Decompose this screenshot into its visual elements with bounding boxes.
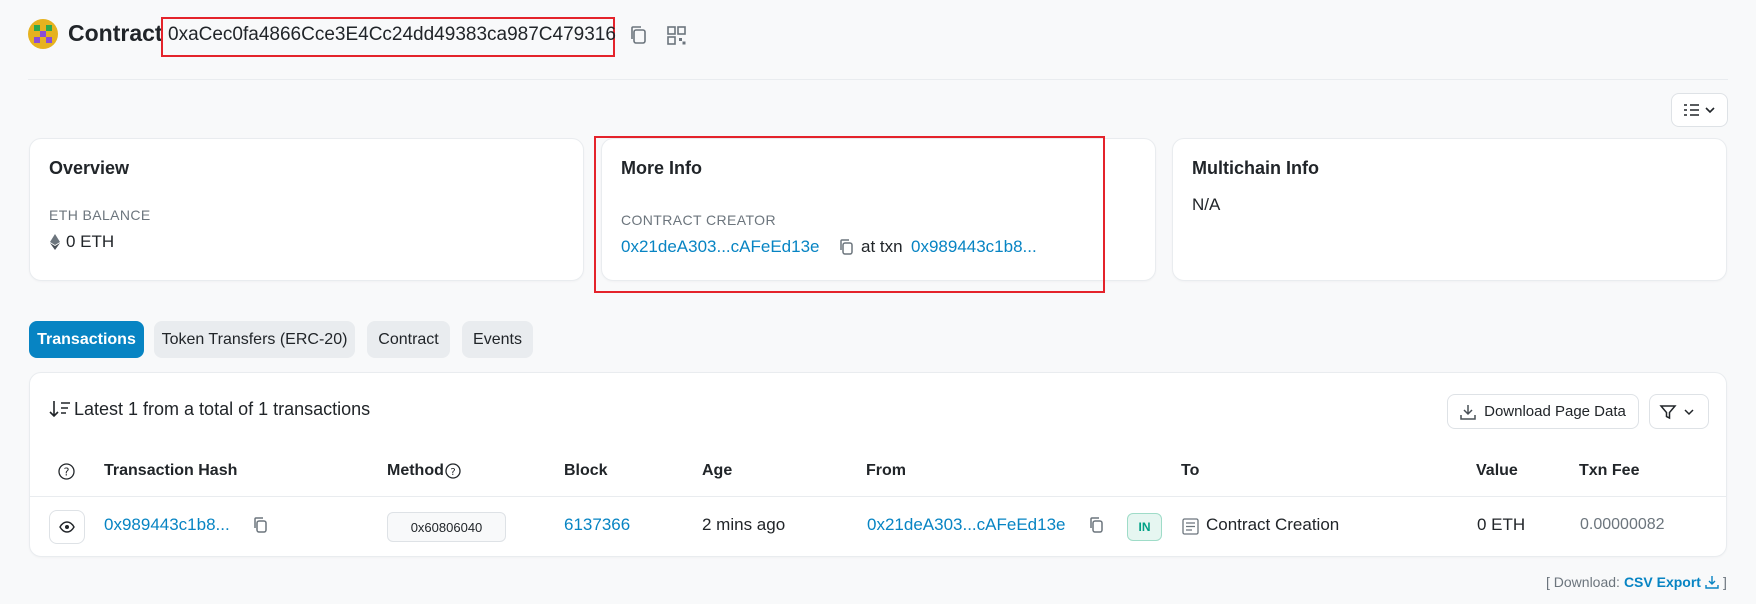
display-options-button[interactable] (1671, 93, 1728, 127)
header-divider (28, 79, 1728, 80)
column-age[interactable]: Age (702, 462, 732, 480)
filter-icon (1659, 404, 1694, 419)
txn-hash-link[interactable]: 0x989443c1b8... (104, 515, 230, 535)
column-from: From (866, 462, 906, 479)
download-page-data-label: Download Page Data (1484, 403, 1626, 420)
column-method: Method (387, 462, 444, 479)
csv-export-link[interactable]: CSV Export (1624, 574, 1701, 590)
table-header-divider (29, 496, 1727, 497)
download-page-data-button[interactable]: Download Page Data (1447, 394, 1639, 429)
eye-icon (59, 521, 75, 533)
method-badge: 0x60806040 (387, 512, 506, 542)
contract-document-icon (1182, 518, 1199, 535)
txn-fee: 0.00000082 (1580, 516, 1665, 533)
download-icon (1460, 404, 1476, 420)
sort-descending-icon (49, 400, 71, 418)
download-icon (1705, 576, 1719, 589)
overview-card: Overview ETH BALANCE 0 ETH (29, 138, 584, 281)
tab-events[interactable]: Events (462, 321, 533, 358)
column-value: Value (1476, 462, 1518, 479)
eth-balance-value: 0 ETH (66, 232, 115, 251)
method-info-icon[interactable]: ? (445, 463, 461, 479)
multichain-card: Multichain Info N/A (1172, 138, 1727, 281)
qr-code-icon[interactable] (667, 26, 686, 45)
tab-token-transfers[interactable]: Token Transfers (ERC-20) (154, 321, 355, 358)
filter-button[interactable] (1649, 394, 1709, 429)
copy-icon[interactable] (1088, 516, 1104, 534)
download-suffix: ] (1722, 574, 1727, 590)
list-settings-icon (1683, 104, 1715, 116)
copy-icon[interactable] (629, 25, 647, 45)
column-txn-fee[interactable]: Txn Fee (1579, 462, 1639, 480)
csv-download-footer: [ Download: CSV Export ] (1546, 574, 1727, 590)
transactions-summary: Latest 1 from a total of 1 transactions (74, 399, 371, 419)
block-link[interactable]: 6137366 (564, 515, 630, 535)
txn-age: 2 mins ago (702, 515, 786, 534)
multichain-value: N/A (1192, 195, 1221, 214)
contract-avatar-icon (28, 19, 58, 49)
more-info-highlight (594, 136, 1105, 293)
column-to: To (1181, 462, 1200, 479)
svg-text:?: ? (450, 467, 455, 478)
column-transaction-hash: Transaction Hash (104, 462, 238, 479)
page-title: Contract (68, 20, 163, 46)
direction-in-badge: IN (1127, 513, 1162, 541)
column-block: Block (564, 462, 608, 479)
view-details-button[interactable] (49, 510, 85, 544)
from-address-link[interactable]: 0x21deA303...cAFeEd13e (867, 515, 1065, 535)
overview-title: Overview (49, 158, 130, 178)
info-icon[interactable]: ? (58, 463, 75, 480)
txn-value: 0 ETH (1477, 515, 1526, 534)
tab-transactions[interactable]: Transactions (29, 321, 144, 358)
ethereum-icon (50, 234, 60, 250)
eth-balance-label: ETH BALANCE (49, 207, 151, 223)
to-contract-creation: Contract Creation (1206, 515, 1340, 534)
contract-address: 0xaCec0fa4866Cce3E4Cc24dd49383ca987C4793… (168, 24, 616, 45)
svg-text:?: ? (64, 466, 70, 479)
tab-contract[interactable]: Contract (367, 321, 450, 358)
multichain-title: Multichain Info (1192, 158, 1319, 178)
download-prefix: [ Download: (1546, 574, 1620, 590)
copy-icon[interactable] (252, 516, 268, 534)
